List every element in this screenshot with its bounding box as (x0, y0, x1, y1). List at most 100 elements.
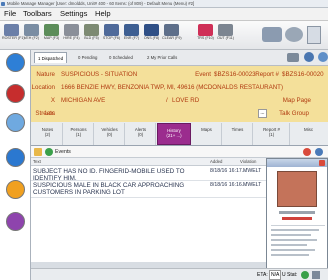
window-title: Mobile Manage Manager [User: dmoldds, Un… (7, 1, 195, 6)
table-row[interactable]: SUBJECT HAS NO ID. FINGERID-MOBILE USED … (31, 166, 268, 182)
event-added: 8/18/16 16:17... (210, 168, 247, 174)
unit-status-label: U Stat: (282, 272, 298, 278)
settings-gear-icon[interactable] (285, 27, 303, 42)
tab-history[interactable]: History (21+ ...) (157, 123, 191, 145)
xstreets-value-2: LOVE RD (172, 97, 200, 104)
xstreets-separator: / (166, 97, 168, 104)
expand-icon[interactable] (315, 148, 323, 156)
close-icon[interactable] (319, 160, 325, 166)
person-details (271, 225, 325, 265)
menu-bar: File Toolbars Settings Help (0, 8, 328, 21)
main-toolbar: ROSTER (F1) VEH (F2) MAP (F3) HIRE (F4) … (0, 21, 328, 50)
tab-vehicles[interactable]: Vehicles (0) (95, 123, 125, 145)
toolbar-hire-button[interactable]: HIRE (F4) (62, 24, 81, 47)
nature-label: Nature (36, 71, 55, 78)
tab-alerts[interactable]: Alerts (0) (126, 123, 156, 145)
pencil-icon[interactable] (287, 53, 299, 62)
talk-group-label: Talk Group (279, 110, 309, 117)
enroute-icon (124, 24, 139, 36)
signal-icon (312, 271, 320, 279)
event-value: $BZS16-00023 (214, 71, 256, 78)
map-icon (44, 24, 59, 36)
stop-icon (104, 24, 119, 36)
user-icon[interactable] (307, 26, 321, 44)
mugshot-photo (277, 171, 317, 207)
tab-pending[interactable]: 0 Pending (75, 52, 100, 63)
tab-report[interactable]: Report # (1) (254, 123, 290, 145)
refresh-events-icon[interactable] (45, 148, 53, 156)
clear-icon (164, 24, 179, 36)
tab-dispatched[interactable]: 1 Dispatched (34, 52, 68, 63)
person-id-popup[interactable] (266, 158, 328, 270)
events-grid: Text Added Violation SUBJECT HAS NO ID. … (31, 158, 268, 262)
toolbar-enroute-button[interactable]: ENR (F7) (122, 24, 141, 47)
vehicle-icon (24, 24, 39, 36)
report-label: Report # (255, 71, 279, 78)
menu-help[interactable]: Help (95, 9, 111, 18)
build-icon (84, 24, 99, 36)
toolbar-stop-button[interactable]: STOP (F6) (102, 24, 121, 47)
map-page-label: Map Page (282, 97, 311, 104)
nature-value: SUSPICIOUS - SITUATION (61, 71, 138, 78)
column-added[interactable]: Added (210, 158, 222, 166)
info-icon[interactable] (6, 53, 25, 72)
events-label: Events (55, 149, 71, 155)
event-violation: MWELT (243, 168, 262, 174)
app-icon (1, 2, 5, 6)
events-header: Text Added Violation (31, 158, 268, 166)
toolbar-build-button[interactable]: BLD (F5) (82, 24, 101, 47)
toolbar-clear-button[interactable]: CLEAR (F9) (162, 24, 182, 47)
event-text: SUBJECT HAS NO ID. FINGERID-MOBILE USED … (33, 168, 185, 182)
tab-persons[interactable]: Persons (1) (64, 123, 94, 145)
close-icon[interactable] (303, 148, 311, 156)
detail-tabs: Notes (2) Persons (1) Vehicles (0) Alerts (0… (31, 122, 328, 146)
menu-settings[interactable]: Settings (60, 9, 87, 18)
tab-notes[interactable]: Notes (2) (33, 123, 63, 145)
event-label: Event (195, 71, 211, 78)
eta-label: ETA: (257, 272, 268, 278)
rss-icon[interactable] (6, 180, 25, 199)
report-value: $BZS16-00020 (282, 71, 324, 78)
location-label: Location (31, 84, 55, 91)
tab-scheduled[interactable]: 0 Scheduled (106, 52, 136, 63)
hire-icon (64, 24, 79, 36)
menu-toolbars[interactable]: Toolbars (23, 9, 52, 18)
transport-icon (198, 24, 213, 36)
tab-prior-calls[interactable]: 2 My Prior Calls (144, 52, 180, 63)
left-sidebar (0, 50, 31, 280)
compass-icon[interactable] (6, 212, 25, 231)
chat-icon[interactable] (262, 27, 282, 42)
xstreets-value: MICHIGAN AVE (61, 97, 106, 104)
speaker-icon[interactable] (318, 52, 328, 62)
radio-icon[interactable] (6, 84, 25, 103)
roster-icon (4, 24, 19, 36)
dispatch-status-bar: 1 Dispatched 0 Pending 0 Scheduled 2 My … (31, 50, 328, 66)
onscene-icon (144, 24, 159, 36)
tab-misc[interactable]: Misc (291, 123, 326, 145)
event-text: SUSPICIOUS MALE IN BLACK CAR APPROACHING… (33, 182, 185, 196)
event-added: 8/18/16 16:16... (210, 182, 247, 188)
toolbar-out-button[interactable]: OUT (F11) (216, 24, 235, 47)
toolbar-roster-button[interactable]: ROSTER (F1) (2, 24, 25, 47)
column-violation[interactable]: Violation (240, 158, 256, 166)
unit-status-icon (301, 271, 309, 279)
tab-maps[interactable]: Maps (192, 123, 222, 145)
column-text[interactable]: Text (33, 158, 41, 166)
menu-file[interactable]: File (4, 9, 16, 18)
person-alert-line (282, 217, 312, 220)
table-row[interactable]: SUSPICIOUS MALE IN BLACK CAR APPROACHING… (31, 181, 268, 198)
toolbar-onscene-button[interactable]: ONS (F8) (142, 24, 161, 47)
event-violation: MWELT (243, 182, 262, 188)
popup-header (267, 159, 327, 167)
chat-bubble-icon[interactable] (6, 113, 25, 132)
messages-icon[interactable] (6, 148, 25, 167)
eta-value: N/A (269, 270, 282, 280)
toolbar-transport-button[interactable]: TRS (F10) (196, 24, 215, 47)
note-icon[interactable] (34, 148, 42, 156)
events-toolbar: Events (31, 146, 328, 158)
tab-times[interactable]: Times (223, 123, 253, 145)
more-button[interactable]: ... (258, 109, 267, 118)
refresh-icon[interactable] (304, 52, 314, 62)
toolbar-vehicle-button[interactable]: VEH (F2) (22, 24, 41, 47)
toolbar-map-button[interactable]: MAP (F3) (42, 24, 61, 47)
